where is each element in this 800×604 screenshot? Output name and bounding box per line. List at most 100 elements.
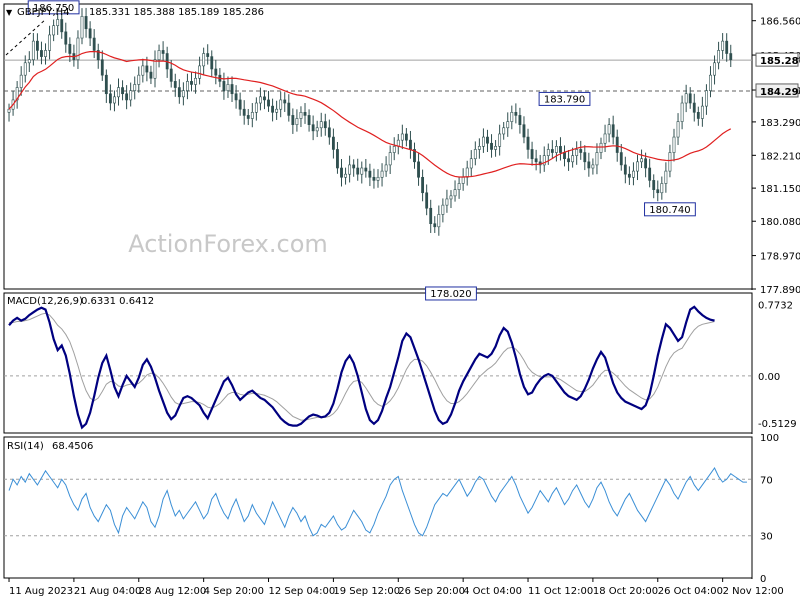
candle-body — [275, 108, 279, 113]
candle-body — [121, 87, 124, 95]
candle-body — [368, 170, 372, 178]
candle-body — [619, 152, 623, 166]
candle-body — [680, 102, 684, 122]
candle-body — [194, 77, 197, 85]
x-tick-label: 12 Sep 04:00 — [269, 586, 336, 597]
candle-body — [125, 93, 129, 101]
candle-body — [319, 121, 323, 129]
candle-body — [696, 112, 700, 119]
candle-body — [692, 102, 696, 113]
candle-body — [246, 115, 250, 119]
x-tick-label: 21 Aug 04:00 — [74, 586, 141, 597]
candle-body — [429, 207, 433, 225]
candle-body — [113, 96, 116, 104]
candle-body — [137, 74, 141, 85]
candle-body — [279, 99, 283, 110]
candle-body — [713, 62, 716, 76]
rsi-value: 68.4506 — [52, 441, 93, 452]
candle-body — [563, 152, 566, 160]
candle-body — [92, 37, 96, 51]
candle-body — [315, 127, 319, 132]
x-tick-label: 11 Aug 2023 — [9, 586, 73, 597]
macd-values: 0.6331 0.6412 — [81, 296, 154, 307]
candle-body — [453, 189, 457, 197]
candle-body — [7, 108, 11, 113]
candle-body — [457, 183, 461, 190]
price-y-tick-label: 183.290 — [760, 118, 800, 129]
chart-svg: ActionForex.com186.560185.450184.320183.… — [3, 0, 800, 597]
candle-body — [688, 93, 692, 104]
candle-body — [202, 53, 206, 67]
candle-body — [40, 50, 43, 57]
candle-body — [534, 158, 538, 163]
candle-body — [721, 40, 725, 51]
candle-body — [550, 149, 554, 153]
candle-body — [44, 50, 47, 57]
candle-body — [226, 84, 230, 91]
candle-body — [530, 149, 534, 160]
annotation-label: 183.790 — [544, 94, 585, 105]
candle-body — [469, 158, 473, 169]
candle-body — [259, 96, 262, 104]
candle-body — [559, 146, 562, 153]
candle-body — [177, 87, 181, 98]
candle-body — [100, 59, 104, 76]
macd-y-tick-label: 0.00 — [758, 372, 780, 383]
candle-body — [571, 155, 575, 163]
candle-body — [263, 96, 266, 101]
candle-body — [473, 149, 477, 160]
candle-body — [84, 16, 88, 30]
candle-body — [632, 170, 635, 178]
price-symbol-label: GBPJPY,H4 — [17, 7, 70, 18]
candle-body — [579, 149, 583, 153]
watermark-text: ActionForex.com — [128, 230, 328, 258]
candle-body — [153, 59, 157, 79]
candle-body — [656, 189, 660, 194]
candle-body — [400, 133, 404, 141]
candle-body — [494, 146, 497, 150]
annotation-label: 180.740 — [649, 205, 690, 216]
macd-y-tick-label: -0.5129 — [758, 419, 797, 430]
candle-body — [48, 34, 51, 51]
price-y-tick-label: 181.150 — [760, 184, 800, 195]
price-panel-frame — [3, 3, 753, 290]
candle-body — [465, 167, 469, 178]
candle-body — [356, 167, 360, 175]
chart-root: ActionForex.com186.560185.450184.320183.… — [0, 0, 800, 600]
candle-body — [161, 50, 165, 54]
candle-body — [433, 223, 437, 228]
candle-body — [705, 90, 708, 107]
candle-body — [299, 112, 303, 119]
candle-body — [591, 164, 595, 169]
candle-body — [498, 133, 502, 147]
price-y-tick-label: 182.210 — [760, 151, 800, 162]
candle-body — [526, 136, 530, 150]
candle-body — [295, 118, 299, 125]
candle-body — [599, 142, 603, 153]
rsi-y-tick-label: 100 — [760, 433, 779, 444]
candle-body — [283, 99, 287, 104]
candle-body — [518, 115, 522, 125]
candle-body — [307, 115, 311, 125]
rsi-y-tick-label: 30 — [760, 532, 773, 543]
x-tick-label: 18 Oct 20:00 — [593, 586, 658, 597]
candle-body — [660, 183, 664, 194]
candle-body — [421, 176, 425, 194]
candle-body — [636, 161, 639, 172]
price-y-tick-label: 178.970 — [760, 252, 800, 263]
candle-body — [607, 124, 611, 135]
candle-body — [554, 146, 558, 153]
candle-body — [311, 124, 315, 132]
candle-body — [417, 161, 420, 178]
x-tick-label: 26 Oct 04:00 — [658, 586, 723, 597]
candle-body — [611, 124, 615, 138]
macd-label: MACD(12,26,9) — [7, 296, 83, 307]
candle-body — [222, 81, 226, 91]
candle-body — [717, 50, 721, 64]
candle-body — [461, 176, 465, 184]
rsi-label: RSI(14) — [7, 441, 44, 452]
candle-body — [238, 99, 242, 110]
candle-body — [56, 19, 60, 26]
annotation-label: 178.020 — [430, 289, 471, 300]
candle-body — [425, 192, 429, 209]
